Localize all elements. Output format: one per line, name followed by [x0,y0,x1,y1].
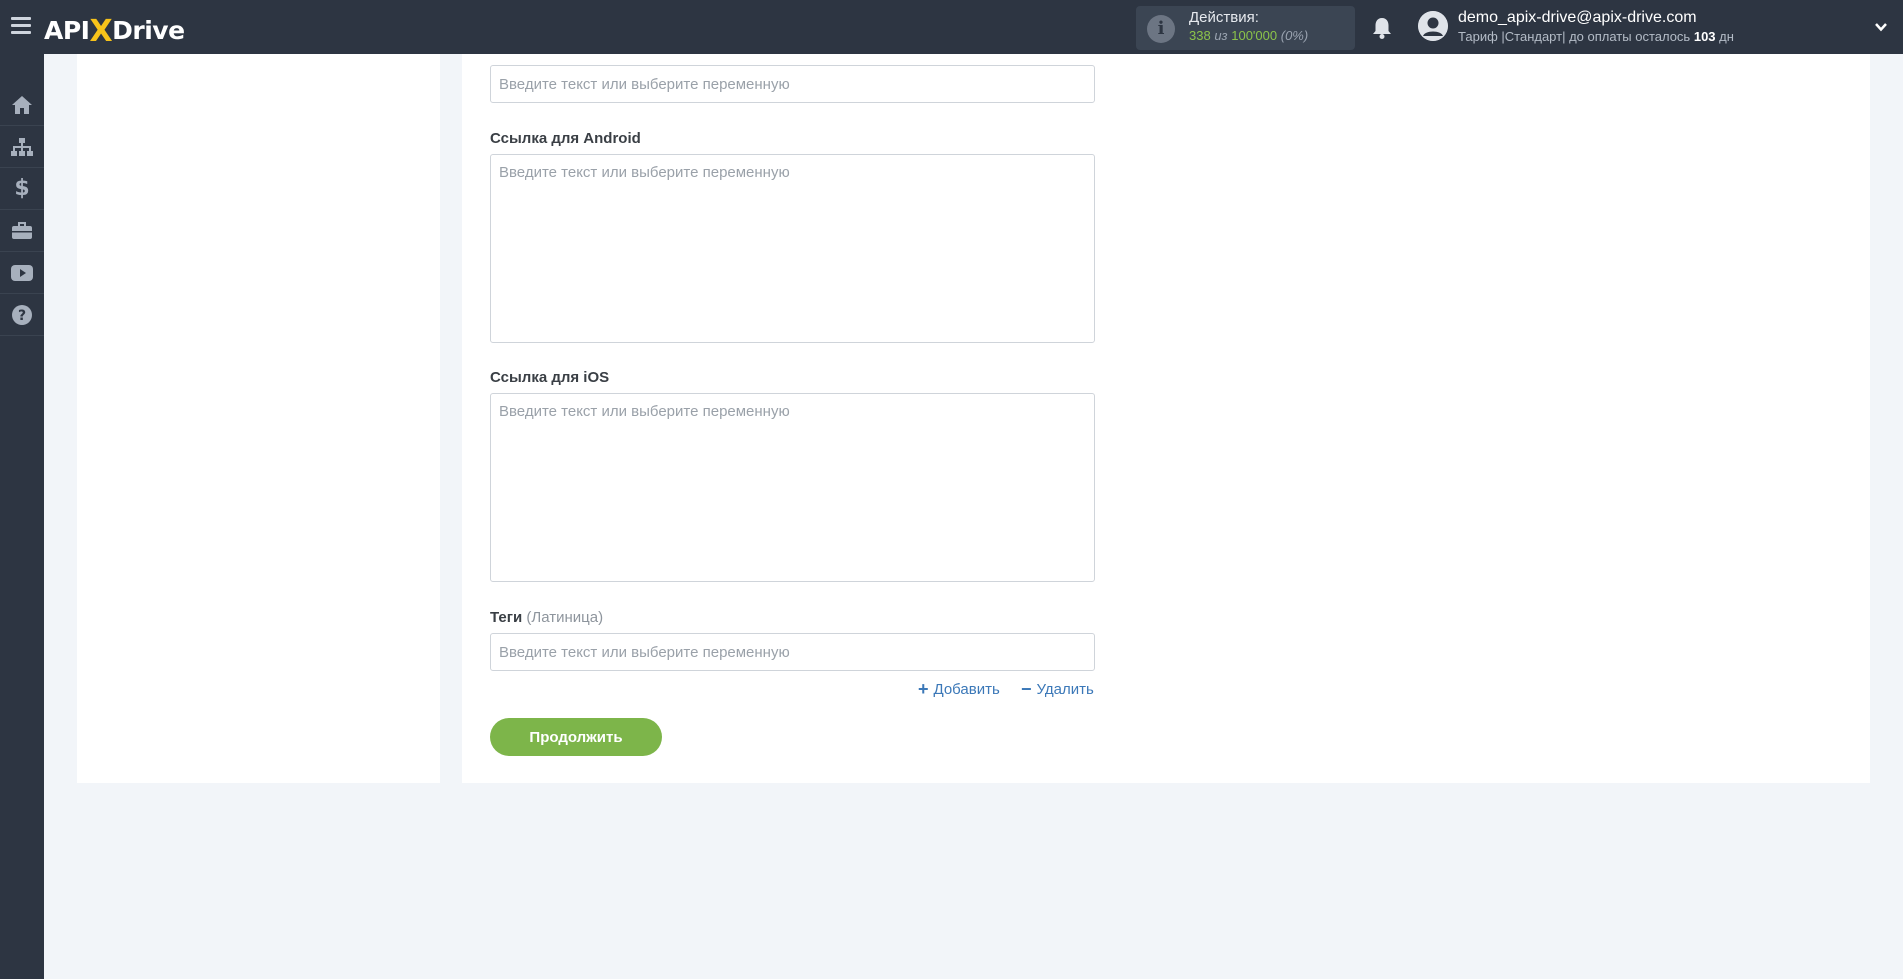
ios-link-field[interactable] [490,393,1095,582]
sidebar-item-video[interactable] [0,252,44,294]
remove-button[interactable]: − Удалить [1021,679,1094,699]
left-panel [77,54,440,783]
avatar[interactable] [1418,11,1448,41]
dollar-icon: $ [14,176,30,201]
sidebar-item-home[interactable] [0,84,44,126]
chevron-down-icon[interactable] [1874,20,1888,34]
youtube-icon [11,264,33,281]
svg-text:?: ? [18,308,26,324]
briefcase-icon [12,221,32,239]
android-link-field[interactable] [490,154,1095,343]
minus-icon: − [1021,679,1032,699]
help-icon: ? [12,304,32,325]
logo[interactable]: APIXDrive [44,12,185,49]
tags-label: Теги (Латиница) [490,609,604,626]
tags-field[interactable] [490,633,1095,671]
android-link-label: Ссылка для Android [490,130,641,147]
sidebar-item-billing[interactable]: $ [0,168,44,210]
menu-icon[interactable] [11,17,31,37]
sidebar-item-services[interactable] [0,210,44,252]
user-plan: Тариф |Стандарт| до оплаты осталось 103 … [1458,29,1734,44]
top-text-field[interactable] [490,65,1095,103]
ios-link-label: Ссылка для iOS [490,369,610,386]
continue-button[interactable]: Продолжить [490,718,662,756]
sidebar: $ ? [0,54,44,979]
bell-icon[interactable] [1371,16,1393,40]
user-icon [1418,11,1448,41]
user-email[interactable]: demo_apix-drive@apix-drive.com [1458,9,1697,27]
top-bar: APIXDrive i Действия: 338 из 100'000 (0%… [0,0,1903,54]
info-icon: i [1147,15,1175,43]
add-button[interactable]: + Добавить [918,679,1000,699]
actions-title: Действия: [1189,9,1259,26]
home-icon [12,95,32,114]
sidebar-item-help[interactable]: ? [0,294,44,336]
sidebar-item-connections[interactable] [0,126,44,168]
sitemap-icon [11,137,33,156]
plus-icon: + [918,679,929,699]
actions-count: 338 из 100'000 (0%) [1189,28,1309,43]
actions-counter[interactable]: i Действия: 338 из 100'000 (0%) [1136,6,1355,50]
